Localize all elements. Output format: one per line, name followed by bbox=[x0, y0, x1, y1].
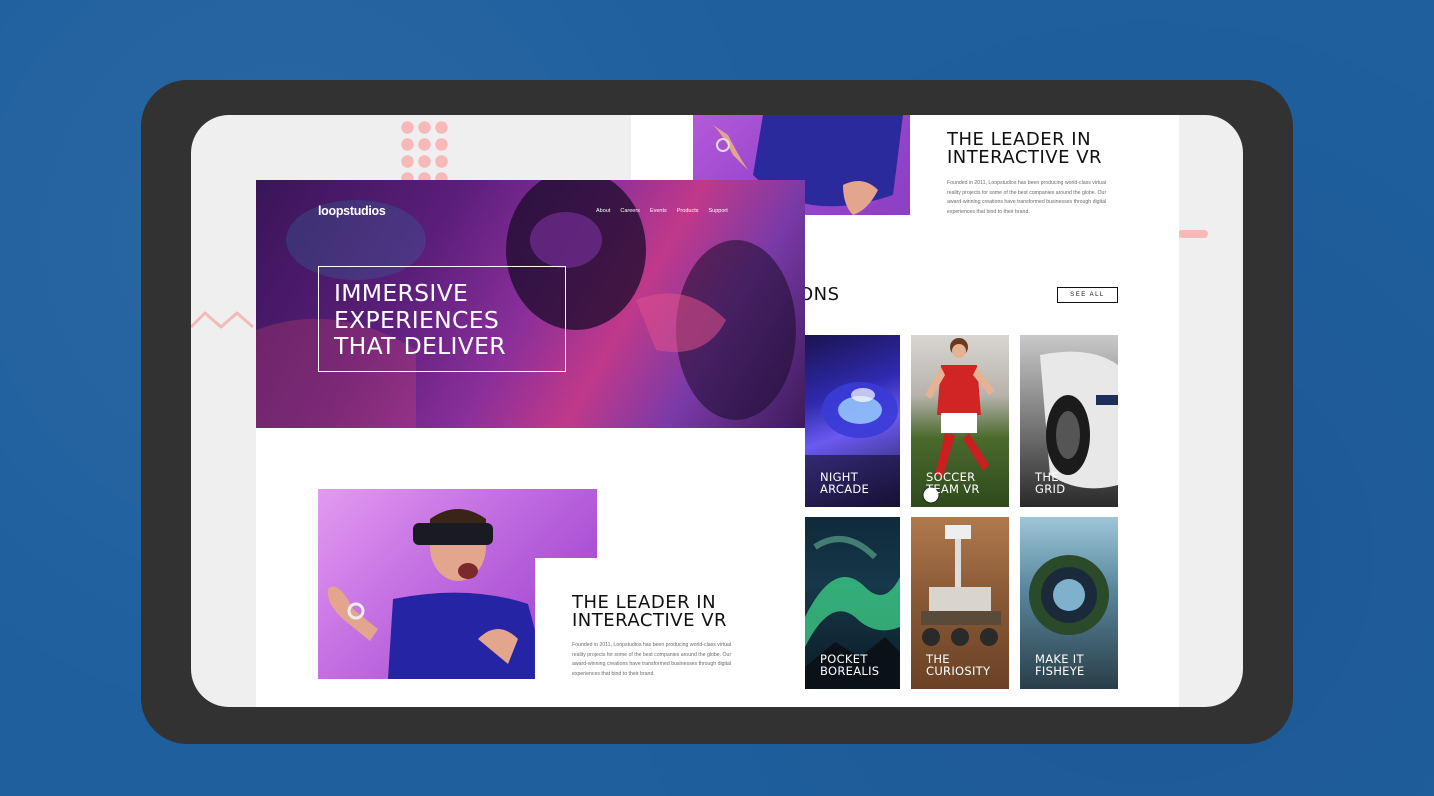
card-pocket-borealis[interactable]: POCKET BOREALIS bbox=[805, 517, 900, 689]
nav-item-support[interactable]: Support bbox=[708, 208, 727, 214]
card-label: THE CURIOSITY bbox=[926, 653, 990, 677]
card-soccer-team-vr[interactable]: SOCCER TEAM VR bbox=[911, 335, 1009, 507]
leader-copy: Founded in 2011, Loopstudios has been pr… bbox=[572, 642, 732, 677]
card-the-curiosity[interactable]: THE CURIOSITY bbox=[911, 517, 1009, 689]
card-label-line-2: TEAM VR bbox=[926, 482, 980, 496]
creations-heading: ONS bbox=[799, 284, 840, 305]
card-night-arcade[interactable]: NIGHT ARCADE bbox=[805, 335, 900, 507]
card-the-grid[interactable]: THE GRID bbox=[1020, 335, 1118, 507]
see-all-button[interactable]: SEE ALL bbox=[1057, 287, 1118, 303]
decorative-bar bbox=[1178, 230, 1208, 238]
hero-section: loopstudios About Careers Events Product… bbox=[256, 180, 805, 428]
hero-headline: IMMERSIVE EXPERIENCES THAT DELIVER bbox=[334, 280, 574, 360]
leader-heading: THE LEADER IN INTERACTIVE VR bbox=[572, 594, 772, 630]
decorative-dot-grid bbox=[399, 119, 451, 183]
card-label-line-2: CURIOSITY bbox=[926, 664, 991, 678]
card-label-line-2: FISHEYE bbox=[1035, 664, 1085, 678]
card-label-line-2: GRID bbox=[1035, 482, 1066, 496]
nav-item-events[interactable]: Events bbox=[650, 208, 667, 214]
nav-item-products[interactable]: Products bbox=[677, 208, 699, 214]
card-label: SOCCER TEAM VR bbox=[926, 471, 980, 495]
card-label: MAKE IT FISHEYE bbox=[1035, 653, 1085, 677]
card-label-line-2: ARCADE bbox=[820, 482, 870, 496]
main-nav: About Careers Events Products Support bbox=[596, 208, 728, 214]
hero-headline-line-3: THAT DELIVER bbox=[334, 332, 506, 360]
leader-heading-line-2: INTERACTIVE VR bbox=[947, 147, 1103, 168]
card-label: NIGHT ARCADE bbox=[820, 471, 869, 495]
card-label: THE GRID bbox=[1035, 471, 1065, 495]
hero-headline-line-2: EXPERIENCES bbox=[334, 305, 500, 334]
card-make-it-fisheye[interactable]: MAKE IT FISHEYE bbox=[1020, 517, 1118, 689]
leader-copy-right: Founded in 2011, Loopstudios has been pr… bbox=[947, 180, 1107, 215]
card-label: POCKET BOREALIS bbox=[820, 653, 879, 677]
decorative-zigzag bbox=[191, 311, 254, 329]
nav-item-about[interactable]: About bbox=[596, 208, 610, 214]
logo[interactable]: loopstudios bbox=[318, 204, 386, 218]
nav-item-careers[interactable]: Careers bbox=[620, 208, 640, 214]
leader-heading-line-2: INTERACTIVE VR bbox=[572, 610, 728, 631]
homepage-mockup: loopstudios About Careers Events Product… bbox=[256, 180, 805, 707]
leader-heading-right: THE LEADER IN INTERACTIVE VR bbox=[947, 131, 1147, 167]
card-label-line-2: BOREALIS bbox=[820, 664, 880, 678]
tablet-screen: THE LEADER IN INTERACTIVE VR Founded in … bbox=[191, 115, 1243, 707]
hero-headline-line-1: IMMERSIVE bbox=[334, 279, 469, 307]
